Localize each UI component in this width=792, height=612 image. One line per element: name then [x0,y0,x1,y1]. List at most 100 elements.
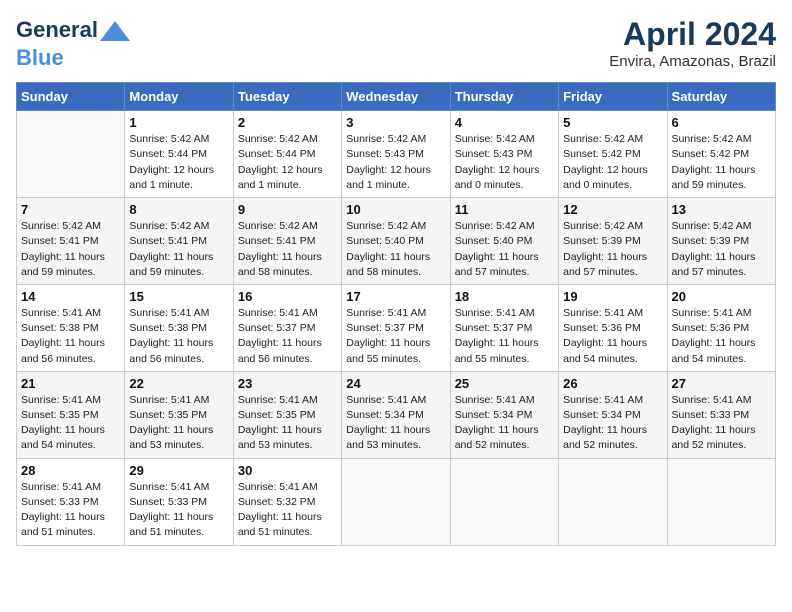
day-info: Sunrise: 5:41 AM Sunset: 5:37 PM Dayligh… [238,306,337,367]
day-info: Sunrise: 5:42 AM Sunset: 5:42 PM Dayligh… [672,132,771,193]
day-info: Sunrise: 5:42 AM Sunset: 5:40 PM Dayligh… [455,219,554,280]
day-info: Sunrise: 5:42 AM Sunset: 5:42 PM Dayligh… [563,132,662,193]
calendar-title-block: April 2024 Envira, Amazonas, Brazil [609,16,776,70]
calendar-day-cell: 15 Sunrise: 5:41 AM Sunset: 5:38 PM Dayli… [125,284,233,371]
day-number: 23 [238,376,337,391]
day-number: 15 [129,289,228,304]
calendar-day-cell: 4Sunrise: 5:42 AM Sunset: 5:43 PM Daylig… [450,111,558,198]
col-header-monday: Monday [125,83,233,111]
day-info: Sunrise: 5:41 AM Sunset: 5:33 PM Dayligh… [21,480,120,541]
calendar-header-row: Sunday Monday Tuesday Wednesday Thursday… [17,83,776,111]
calendar-week-row: 28 Sunrise: 5:41 AM Sunset: 5:33 PM Dayli… [17,458,776,545]
day-number: 25 [455,376,554,391]
day-number: 17 [346,289,445,304]
calendar-week-row: 7 Sunrise: 5:42 AM Sunset: 5:41 PM Daylig… [17,198,776,285]
calendar-day-cell: 6 Sunrise: 5:42 AM Sunset: 5:42 PM Daylig… [667,111,775,198]
calendar-day-cell [450,458,558,545]
day-info: Sunrise: 5:41 AM Sunset: 5:36 PM Dayligh… [563,306,662,367]
calendar-table: Sunday Monday Tuesday Wednesday Thursday… [16,82,776,545]
day-info: Sunrise: 5:42 AM Sunset: 5:44 PM Dayligh… [238,132,337,193]
calendar-day-cell: 8 Sunrise: 5:42 AM Sunset: 5:41 PM Daylig… [125,198,233,285]
day-number: 8 [129,202,228,217]
calendar-week-row: 21Sunrise: 5:41 AM Sunset: 5:35 PM Dayli… [17,371,776,458]
day-info: Sunrise: 5:42 AM Sunset: 5:39 PM Dayligh… [563,219,662,280]
day-info: Sunrise: 5:42 AM Sunset: 5:39 PM Dayligh… [672,219,771,280]
calendar-day-cell: 26 Sunrise: 5:41 AM Sunset: 5:34 PM Dayli… [559,371,667,458]
day-number: 10 [346,202,445,217]
day-number: 12 [563,202,662,217]
calendar-day-cell: 3 Sunrise: 5:42 AM Sunset: 5:43 PM Daylig… [342,111,450,198]
calendar-day-cell: 2 Sunrise: 5:42 AM Sunset: 5:44 PM Daylig… [233,111,341,198]
logo: General Blue [16,16,130,70]
calendar-day-cell: 22Sunrise: 5:41 AM Sunset: 5:35 PM Dayli… [125,371,233,458]
day-info: Sunrise: 5:41 AM Sunset: 5:33 PM Dayligh… [672,393,771,454]
day-info: Sunrise: 5:41 AM Sunset: 5:34 PM Dayligh… [563,393,662,454]
day-info: Sunrise: 5:42 AM Sunset: 5:41 PM Dayligh… [238,219,337,280]
day-info: Sunrise: 5:41 AM Sunset: 5:34 PM Dayligh… [455,393,554,454]
col-header-tuesday: Tuesday [233,83,341,111]
calendar-week-row: 14 Sunrise: 5:41 AM Sunset: 5:38 PM Dayli… [17,284,776,371]
day-info: Sunrise: 5:42 AM Sunset: 5:44 PM Dayligh… [129,132,228,193]
day-number: 26 [563,376,662,391]
calendar-day-cell [667,458,775,545]
day-number: 7 [21,202,120,217]
day-number: 2 [238,115,337,130]
day-number: 9 [238,202,337,217]
calendar-day-cell: 7 Sunrise: 5:42 AM Sunset: 5:41 PM Daylig… [17,198,125,285]
day-number: 4 [455,115,554,130]
day-number: 6 [672,115,771,130]
calendar-day-cell: 19 Sunrise: 5:41 AM Sunset: 5:36 PM Dayli… [559,284,667,371]
day-number: 1 [129,115,228,130]
day-info: Sunrise: 5:41 AM Sunset: 5:38 PM Dayligh… [129,306,228,367]
calendar-day-cell [17,111,125,198]
calendar-day-cell: 18 Sunrise: 5:41 AM Sunset: 5:37 PM Dayli… [450,284,558,371]
logo-subtext: Blue [16,46,130,70]
day-number: 3 [346,115,445,130]
calendar-day-cell: 23Sunrise: 5:41 AM Sunset: 5:35 PM Dayli… [233,371,341,458]
day-info: Sunrise: 5:42 AM Sunset: 5:41 PM Dayligh… [21,219,120,280]
calendar-day-cell [559,458,667,545]
calendar-location: Envira, Amazonas, Brazil [609,53,776,70]
calendar-day-cell: 10 Sunrise: 5:42 AM Sunset: 5:40 PM Dayli… [342,198,450,285]
day-number: 27 [672,376,771,391]
day-info: Sunrise: 5:41 AM Sunset: 5:32 PM Dayligh… [238,480,337,541]
calendar-day-cell: 5 Sunrise: 5:42 AM Sunset: 5:42 PM Daylig… [559,111,667,198]
day-number: 28 [21,463,120,478]
day-number: 20 [672,289,771,304]
col-header-thursday: Thursday [450,83,558,111]
calendar-day-cell: 20Sunrise: 5:41 AM Sunset: 5:36 PM Dayli… [667,284,775,371]
day-info: Sunrise: 5:41 AM Sunset: 5:35 PM Dayligh… [21,393,120,454]
calendar-day-cell: 24Sunrise: 5:41 AM Sunset: 5:34 PM Dayli… [342,371,450,458]
calendar-day-cell: 30 Sunrise: 5:41 AM Sunset: 5:32 PM Dayli… [233,458,341,545]
calendar-day-cell: 9 Sunrise: 5:42 AM Sunset: 5:41 PM Daylig… [233,198,341,285]
logo-text: General [16,16,130,46]
col-header-saturday: Saturday [667,83,775,111]
day-number: 29 [129,463,228,478]
day-info: Sunrise: 5:41 AM Sunset: 5:37 PM Dayligh… [455,306,554,367]
col-header-sunday: Sunday [17,83,125,111]
day-info: Sunrise: 5:42 AM Sunset: 5:40 PM Dayligh… [346,219,445,280]
calendar-day-cell: 16 Sunrise: 5:41 AM Sunset: 5:37 PM Dayli… [233,284,341,371]
day-number: 13 [672,202,771,217]
day-number: 19 [563,289,662,304]
calendar-day-cell: 13 Sunrise: 5:42 AM Sunset: 5:39 PM Dayli… [667,198,775,285]
day-info: Sunrise: 5:41 AM Sunset: 5:33 PM Dayligh… [129,480,228,541]
day-info: Sunrise: 5:42 AM Sunset: 5:41 PM Dayligh… [129,219,228,280]
calendar-month-year: April 2024 [609,16,776,53]
calendar-day-cell: 11 Sunrise: 5:42 AM Sunset: 5:40 PM Dayli… [450,198,558,285]
calendar-day-cell: 25 Sunrise: 5:41 AM Sunset: 5:34 PM Dayli… [450,371,558,458]
day-number: 18 [455,289,554,304]
calendar-day-cell: 28 Sunrise: 5:41 AM Sunset: 5:33 PM Dayli… [17,458,125,545]
day-info: Sunrise: 5:42 AM Sunset: 5:43 PM Dayligh… [346,132,445,193]
day-number: 5 [563,115,662,130]
calendar-day-cell: 12 Sunrise: 5:42 AM Sunset: 5:39 PM Dayli… [559,198,667,285]
calendar-day-cell: 21Sunrise: 5:41 AM Sunset: 5:35 PM Dayli… [17,371,125,458]
day-info: Sunrise: 5:41 AM Sunset: 5:37 PM Dayligh… [346,306,445,367]
day-number: 14 [21,289,120,304]
day-number: 16 [238,289,337,304]
calendar-day-cell: 29 Sunrise: 5:41 AM Sunset: 5:33 PM Dayli… [125,458,233,545]
day-number: 30 [238,463,337,478]
day-info: Sunrise: 5:41 AM Sunset: 5:34 PM Dayligh… [346,393,445,454]
calendar-day-cell [342,458,450,545]
day-number: 11 [455,202,554,217]
